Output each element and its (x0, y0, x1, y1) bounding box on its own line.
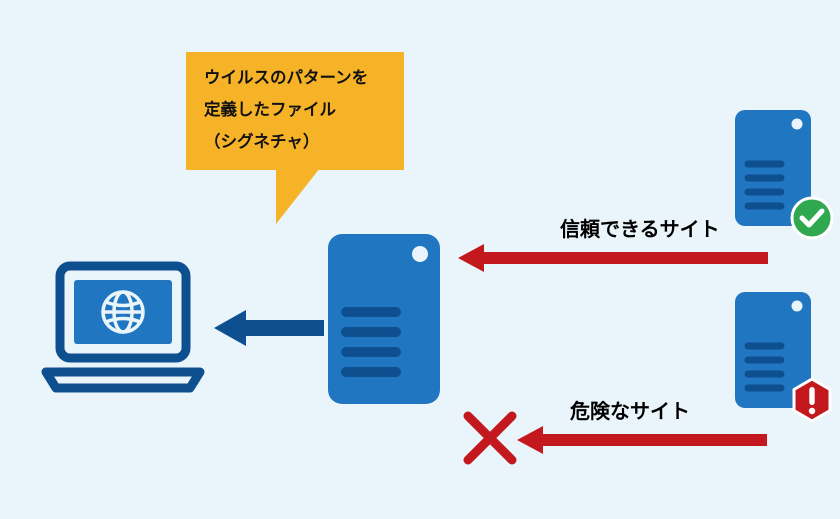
danger-alert-badge-icon (788, 376, 836, 424)
callout-line-2: 定義したファイル (204, 94, 388, 126)
callout-line-3: （シグネチャ） (204, 126, 388, 158)
callout-line-1: ウイルスのパターンを (204, 62, 388, 94)
laptop-icon (38, 260, 208, 400)
danger-site-label: 危険なサイト (570, 395, 690, 424)
signature-server-icon (328, 234, 440, 404)
danger-arrow (517, 426, 767, 454)
trusted-arrow (458, 244, 768, 272)
signature-callout: ウイルスのパターンを 定義したファイル （シグネチャ） (186, 52, 404, 170)
deliver-arrow (214, 308, 324, 348)
callout-tail (276, 168, 320, 224)
trusted-check-badge-icon (790, 196, 834, 240)
diagram-stage: ウイルスのパターンを 定義したファイル （シグネチャ） (0, 0, 840, 519)
trusted-site-label: 信頼できるサイト (560, 213, 720, 242)
blocked-x-icon (460, 408, 520, 468)
